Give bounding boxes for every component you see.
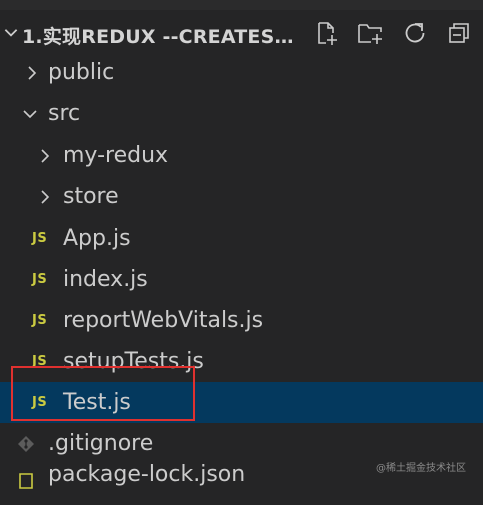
explorer-actions xyxy=(312,18,483,48)
new-folder-button[interactable] xyxy=(356,18,386,48)
chevron-right-icon xyxy=(28,65,37,80)
collapse-all-button[interactable] xyxy=(444,18,474,48)
tree-label: index.js xyxy=(63,267,148,292)
js-file-icon: JS xyxy=(32,231,48,246)
new-file-icon xyxy=(318,22,337,45)
tree-label: .gitignore xyxy=(48,431,154,456)
tree-folder-public[interactable]: public xyxy=(0,52,483,93)
explorer-title[interactable]: 1.实现REDUX --CREATESTO... xyxy=(22,22,304,49)
tree-file-gitignore[interactable]: .gitignore xyxy=(0,423,483,464)
tree-file-app-js[interactable]: JS App.js xyxy=(0,218,483,259)
watermark: @稀土掘金技术社区 xyxy=(376,463,466,474)
tree-file-index-js[interactable]: JS index.js xyxy=(0,259,483,300)
tree-label: reportWebVitals.js xyxy=(63,308,264,333)
js-file-icon: JS xyxy=(32,272,48,287)
tree-folder-src[interactable]: src xyxy=(0,93,483,134)
tree-label: my-redux xyxy=(63,143,169,168)
highlight-annotation xyxy=(11,366,195,421)
git-diamond-icon xyxy=(18,436,34,452)
refresh-button[interactable] xyxy=(400,18,430,48)
tree-label: public xyxy=(48,60,115,85)
top-edge xyxy=(0,0,483,10)
chevron-right-icon xyxy=(41,189,50,204)
collapse-all-icon xyxy=(449,23,469,43)
tree-label: App.js xyxy=(63,226,131,251)
tree-label: src xyxy=(48,101,81,126)
explorer-header: 1.实现REDUX --CREATESTO... xyxy=(0,10,483,56)
chevron-right-icon xyxy=(41,148,50,163)
tree-file-report-web-vitals[interactable]: JS reportWebVitals.js xyxy=(0,300,483,341)
tree-label: package-lock.json xyxy=(48,462,246,487)
new-folder-icon xyxy=(358,24,382,44)
json-file-icon xyxy=(19,473,33,489)
tree-label: store xyxy=(63,184,119,209)
chevron-down-icon xyxy=(23,109,37,118)
new-file-button[interactable] xyxy=(312,18,342,48)
refresh-icon xyxy=(405,23,425,43)
tree-folder-store[interactable]: store xyxy=(0,176,483,217)
tree-folder-my-redux[interactable]: my-redux xyxy=(0,135,483,176)
chevron-down-icon[interactable] xyxy=(2,23,20,41)
js-file-icon: JS xyxy=(32,313,48,328)
